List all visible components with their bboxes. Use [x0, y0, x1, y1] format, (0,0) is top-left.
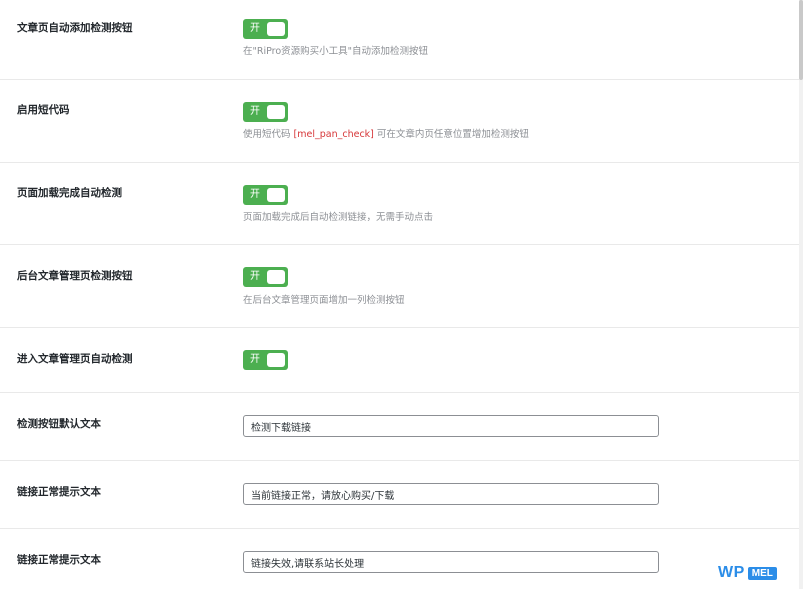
setting-row-link-invalid-text: 链接正常提示文本	[0, 529, 799, 589]
scrollbar-thumb[interactable]	[799, 0, 803, 80]
wpmel-watermark-logo: WP MEL	[718, 564, 777, 582]
enable-shortcode-toggle[interactable]: 开	[243, 102, 288, 122]
shortcode-text: [mel_pan_check]	[293, 129, 374, 140]
link-ok-text-input[interactable]	[243, 483, 659, 505]
check-button-text-input[interactable]	[243, 415, 659, 437]
toggle-knob	[267, 353, 285, 367]
description-text: 在"RiPro资源购买小工具"自动添加检测按钮	[243, 46, 429, 57]
link-invalid-text-input[interactable]	[243, 551, 659, 573]
setting-label: 文章页自动添加检测按钮	[17, 22, 133, 34]
description-text: 可在文章内页任意位置增加检测按钮	[373, 129, 529, 140]
setting-row-auto-add-check-button: 文章页自动添加检测按钮 开 在"RiPro资源购买小工具"自动添加检测按钮	[0, 0, 799, 80]
setting-row-link-ok-text: 链接正常提示文本	[0, 461, 799, 529]
setting-label: 启用短代码	[17, 104, 70, 116]
setting-row-admin-check-button: 后台文章管理页检测按钮 开 在后台文章管理页面增加一列检测按钮	[0, 245, 799, 328]
description-text: 在后台文章管理页面增加一列检测按钮	[243, 295, 405, 306]
toggle-knob	[267, 188, 285, 202]
auto-check-on-load-toggle[interactable]: 开	[243, 185, 288, 205]
vertical-scrollbar[interactable]	[799, 0, 803, 589]
setting-row-auto-check-admin: 进入文章管理页自动检测 开	[0, 328, 799, 393]
toggle-on-label: 开	[250, 23, 260, 34]
toggle-on-label: 开	[250, 189, 260, 200]
toggle-on-label: 开	[250, 106, 260, 117]
setting-row-auto-check-on-load: 页面加载完成自动检测 开 页面加载完成后自动检测链接，无需手动点击	[0, 163, 799, 245]
toggle-on-label: 开	[250, 271, 260, 282]
admin-check-button-toggle[interactable]: 开	[243, 267, 288, 287]
setting-description: 在后台文章管理页面增加一列检测按钮	[243, 292, 405, 306]
setting-description: 在"RiPro资源购买小工具"自动添加检测按钮	[243, 43, 428, 57]
toggle-knob	[267, 105, 285, 119]
setting-description: 使用短代码 [mel_pan_check] 可在文章内页任意位置增加检测按钮	[243, 126, 529, 140]
setting-description: 页面加载完成后自动检测链接，无需手动点击	[243, 209, 433, 223]
description-text: 使用短代码	[243, 129, 294, 140]
auto-check-admin-toggle[interactable]: 开	[243, 350, 288, 370]
description-text: 页面加载完成后自动检测链接，无需手动点击	[243, 212, 434, 223]
setting-label: 检测按钮默认文本	[17, 418, 101, 430]
setting-label: 进入文章管理页自动检测	[17, 353, 133, 365]
settings-panel: 文章页自动添加检测按钮 开 在"RiPro资源购买小工具"自动添加检测按钮 启用…	[0, 0, 799, 589]
watermark-mel-badge: MEL	[747, 566, 777, 580]
setting-row-check-button-text: 检测按钮默认文本	[0, 393, 799, 461]
toggle-knob	[267, 22, 285, 36]
watermark-wp-text: WP	[718, 564, 745, 581]
setting-label: 页面加载完成自动检测	[17, 187, 122, 199]
setting-label: 后台文章管理页检测按钮	[17, 270, 133, 282]
toggle-knob	[267, 270, 285, 284]
setting-label: 链接正常提示文本	[17, 554, 101, 566]
toggle-on-label: 开	[250, 354, 260, 365]
setting-row-enable-shortcode: 启用短代码 开 使用短代码 [mel_pan_check] 可在文章内页任意位置…	[0, 80, 799, 163]
setting-label: 链接正常提示文本	[17, 486, 101, 498]
auto-add-check-button-toggle[interactable]: 开	[243, 19, 288, 39]
